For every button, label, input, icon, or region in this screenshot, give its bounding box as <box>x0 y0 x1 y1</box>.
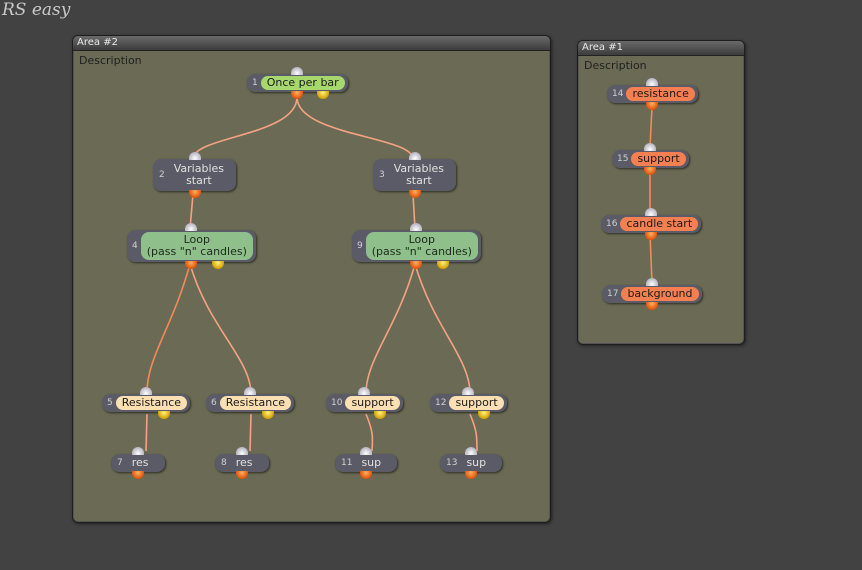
node-label: Resistance <box>219 396 292 410</box>
node-label: Variables start <box>168 162 230 188</box>
node-label-line-2: start <box>186 174 212 187</box>
node-label: Variables start <box>388 162 450 188</box>
link-12-13 <box>469 413 478 452</box>
input-port-icon[interactable] <box>358 387 371 395</box>
node-label: sup <box>361 456 382 469</box>
node-label: res <box>235 456 253 469</box>
node-2-variables-start[interactable]: 2 Variables start <box>153 152 237 198</box>
node-label: support <box>631 152 686 166</box>
node-number: 9 <box>357 241 363 251</box>
link-5-7 <box>145 413 148 452</box>
node-label: support <box>345 396 400 410</box>
node-number: 6 <box>211 398 217 408</box>
input-port-icon[interactable] <box>462 387 475 395</box>
input-port-icon[interactable] <box>235 447 248 455</box>
node-17-background[interactable]: 17 background <box>602 278 702 310</box>
node-7-res[interactable]: 7 res <box>111 447 165 479</box>
node-label: Loop (pass "n" candles) <box>140 232 253 260</box>
link-9-10 <box>365 263 416 392</box>
node-number: 5 <box>107 398 113 408</box>
node-8-res[interactable]: 8 res <box>215 447 269 479</box>
node-number: 15 <box>617 154 629 164</box>
node-label: Loop (pass "n" candles) <box>365 232 478 260</box>
node-5-resistance[interactable]: 5 Resistance <box>102 387 191 419</box>
node-number: 11 <box>341 458 353 468</box>
input-port-icon[interactable] <box>645 278 658 286</box>
input-port-icon[interactable] <box>465 447 478 455</box>
node-label: resistance <box>626 87 695 101</box>
area-2-links <box>145 96 478 452</box>
node-label: res <box>131 456 149 469</box>
node-label-line-2: (pass "n" candles) <box>146 245 247 258</box>
link-16-17 <box>649 233 653 283</box>
node-13-sup[interactable]: 13 sup <box>440 447 503 479</box>
link-1-3 <box>296 96 414 160</box>
link-1-2 <box>192 96 298 160</box>
area-1-panel[interactable]: Area #1 Description 14 resistance 15 sup… <box>577 40 745 345</box>
node-15-support[interactable]: 15 support <box>612 143 689 175</box>
node-label: sup <box>466 456 487 469</box>
node-4-loop[interactable]: 4 Loop (pass "n" candles) <box>127 223 256 269</box>
node-number: 17 <box>607 289 619 299</box>
link-14-15 <box>649 106 653 148</box>
node-number: 16 <box>606 219 618 229</box>
node-14-resistance[interactable]: 14 resistance <box>607 78 698 110</box>
link-4-5 <box>146 263 191 392</box>
node-label-line-2: start <box>406 174 432 187</box>
input-port-icon[interactable] <box>360 447 373 455</box>
node-label: background <box>621 287 699 301</box>
link-9-12 <box>414 263 471 392</box>
node-number: 8 <box>221 458 227 468</box>
node-6-resistance[interactable]: 6 Resistance <box>206 387 295 419</box>
node-11-sup[interactable]: 11 sup <box>335 447 398 479</box>
node-label: candle start <box>620 217 699 231</box>
input-port-icon[interactable] <box>131 447 144 455</box>
node-9-loop[interactable]: 9 Loop (pass "n" candles) <box>352 223 481 269</box>
node-10-support[interactable]: 10 support <box>326 387 403 419</box>
app-title: RS easy <box>2 0 71 20</box>
node-number: 3 <box>379 170 385 180</box>
node-16-candle-start[interactable]: 16 candle start <box>601 208 702 240</box>
input-port-icon[interactable] <box>140 387 152 395</box>
area-2-panel[interactable]: Area #2 Description 1 Once per bar 2 Var… <box>72 35 551 523</box>
node-12-support[interactable]: 12 support <box>430 387 507 419</box>
node-number: 1 <box>252 78 258 88</box>
node-number: 10 <box>331 398 343 408</box>
node-number: 7 <box>117 458 123 468</box>
input-port-icon[interactable] <box>408 152 421 160</box>
node-label-line-2: (pass "n" candles) <box>371 245 472 258</box>
node-label: Once per bar <box>260 76 345 90</box>
link-10-11 <box>365 413 374 452</box>
input-port-icon[interactable] <box>185 223 198 231</box>
node-number: 13 <box>446 458 458 468</box>
node-number: 2 <box>159 170 165 180</box>
node-3-variables-start[interactable]: 3 Variables start <box>373 152 457 198</box>
node-1-once-per-bar[interactable]: 1 Once per bar <box>247 67 348 99</box>
input-port-icon[interactable] <box>646 78 659 86</box>
input-port-icon[interactable] <box>645 208 658 216</box>
link-6-8 <box>249 413 252 452</box>
node-number: 14 <box>612 89 624 99</box>
input-port-icon[interactable] <box>410 223 423 231</box>
input-port-icon[interactable] <box>188 152 201 160</box>
node-number: 12 <box>435 398 447 408</box>
input-port-icon[interactable] <box>291 67 304 75</box>
node-number: 4 <box>132 241 138 251</box>
link-4-6 <box>189 263 252 392</box>
node-label: support <box>449 396 504 410</box>
input-port-icon[interactable] <box>244 387 256 395</box>
node-label: Resistance <box>115 396 188 410</box>
input-port-icon[interactable] <box>644 143 657 151</box>
